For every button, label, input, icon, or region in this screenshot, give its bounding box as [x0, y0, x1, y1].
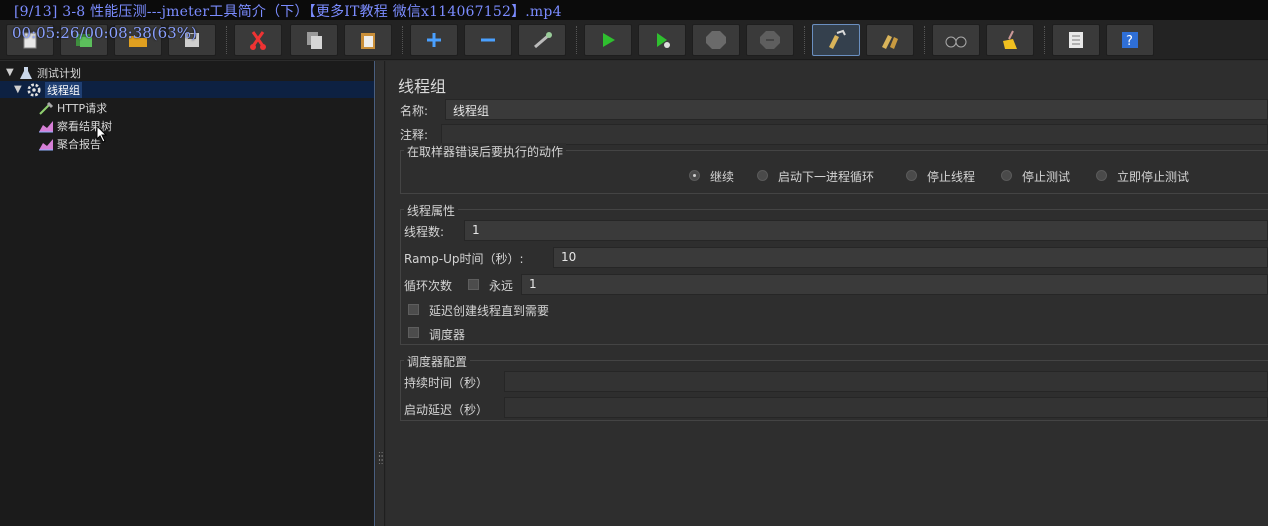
thread-group-panel: 线程组 名称: 线程组 注释: 在取样器错误后要执行的动作 继续 启动下一进程循…: [386, 61, 1268, 526]
tree-item-label: 聚合报告: [57, 137, 101, 151]
name-field[interactable]: 线程组: [445, 99, 1268, 120]
page-title: 线程组: [398, 77, 447, 96]
tree-item-aggregate-report[interactable]: 聚合报告: [38, 135, 101, 152]
svg-text:?: ?: [1126, 34, 1133, 49]
start-no-pauses-button[interactable]: [638, 24, 686, 56]
threads-field[interactable]: 1: [464, 220, 1268, 241]
scheduler-config-title: 调度器配置: [404, 353, 471, 370]
radio-stop-test-now[interactable]: [1096, 170, 1107, 181]
help-icon: ?: [1122, 32, 1138, 49]
radio-start-next-loop-label[interactable]: 启动下一进程循环: [778, 168, 874, 185]
play-no-pause-icon: [657, 33, 670, 48]
scheduler-checkbox[interactable]: [408, 327, 419, 338]
duration-field[interactable]: [504, 371, 1268, 392]
minus-icon: [481, 38, 495, 42]
rampup-field[interactable]: 10: [553, 247, 1268, 268]
toggle-icon: [534, 32, 552, 49]
shutdown-icon: [760, 31, 780, 49]
delay-thread-creation-label[interactable]: 延迟创建线程直到需要: [429, 302, 549, 319]
tree-item-label: HTTP请求: [57, 101, 108, 115]
help-button[interactable]: ?: [1106, 24, 1154, 56]
title-bar: [9/13] 3-8 性能压测---jmeter工具简介（下）【更多IT教程 微…: [0, 0, 1268, 20]
stop-button[interactable]: [692, 24, 740, 56]
forever-label[interactable]: 永远: [489, 277, 513, 294]
start-button[interactable]: [584, 24, 632, 56]
search-button[interactable]: [932, 24, 980, 56]
threads-label: 线程数:: [404, 225, 445, 239]
toggle-button[interactable]: [518, 24, 566, 56]
radio-stop-test-label[interactable]: 停止测试: [1022, 168, 1070, 185]
playback-timer-overlay: 00:05:26/00:08:38(63%): [12, 24, 197, 42]
rampup-label: Ramp-Up时间（秒）:: [404, 252, 524, 266]
mouse-cursor-icon: [96, 125, 108, 143]
comment-field[interactable]: [441, 124, 1268, 145]
tree-item-label: 线程组: [45, 81, 82, 98]
tree-item-label: 测试计划: [37, 66, 81, 80]
toolbar-separator: [226, 26, 228, 54]
cut-icon: [250, 31, 266, 50]
splitter-grip-icon[interactable]: ::::::: [378, 450, 383, 466]
toolbar: 00:05:26/00:08:38(63%) ?: [0, 20, 1268, 60]
startup-delay-label: 启动延迟（秒）: [404, 403, 489, 417]
expand-button[interactable]: [410, 24, 458, 56]
pane-splitter[interactable]: ::::::: [376, 61, 385, 526]
radio-continue[interactable]: [689, 170, 700, 181]
scheduler-label[interactable]: 调度器: [429, 326, 465, 343]
comment-label: 注释:: [400, 128, 429, 142]
loop-count-field[interactable]: 1: [521, 274, 1268, 295]
loop-count-label: 循环次数: [404, 279, 453, 293]
name-label: 名称:: [400, 104, 429, 118]
toolbar-separator: [402, 26, 404, 54]
jmeter-window: { "overlay": { "video_title": "[9/13] 3-…: [0, 0, 1268, 526]
paste-button[interactable]: [344, 24, 392, 56]
collapse-button[interactable]: [464, 24, 512, 56]
error-action-group-title: 在取样器错误后要执行的动作: [404, 143, 567, 160]
cut-button[interactable]: [234, 24, 282, 56]
chart-icon: [39, 138, 53, 150]
radio-stop-thread[interactable]: [906, 170, 917, 181]
chart-icon: [39, 120, 53, 132]
radio-stop-test-now-label[interactable]: 立即停止测试: [1117, 168, 1189, 185]
paste-icon: [361, 33, 375, 49]
radio-continue-label[interactable]: 继续: [710, 168, 734, 185]
expand-arrow-icon[interactable]: ▼: [14, 84, 26, 95]
toolbar-separator: [576, 26, 578, 54]
clear-icon: [829, 29, 846, 49]
delay-thread-creation-checkbox[interactable]: [408, 304, 419, 315]
plus-icon: [427, 33, 441, 47]
clear-all-button[interactable]: [866, 24, 914, 56]
list-icon: [1069, 32, 1083, 48]
radio-stop-test[interactable]: [1001, 170, 1012, 181]
shutdown-button[interactable]: [746, 24, 794, 56]
tree-item-http-request[interactable]: HTTP请求: [38, 99, 107, 116]
copy-icon: [307, 32, 322, 49]
tree-item-test-plan[interactable]: ▼ 测试计划: [6, 64, 81, 81]
duration-label: 持续时间（秒）: [404, 376, 489, 390]
copy-button[interactable]: [290, 24, 338, 56]
tree-item-thread-group[interactable]: ▼ 线程组: [0, 81, 374, 98]
flask-icon: [20, 66, 32, 79]
function-helper-button[interactable]: [1052, 24, 1100, 56]
radio-stop-thread-label[interactable]: 停止线程: [927, 168, 975, 185]
startup-delay-field[interactable]: [504, 397, 1268, 418]
reset-search-button[interactable]: [986, 24, 1034, 56]
expand-arrow-icon[interactable]: ▼: [6, 67, 18, 78]
thread-properties-title: 线程属性: [404, 202, 459, 219]
binoculars-icon: [945, 36, 967, 48]
toolbar-separator: [1044, 26, 1046, 54]
gear-icon: [27, 82, 41, 97]
test-plan-tree: ▼ 测试计划 ▼ 线程组 HTTP请求 察看结果树 聚合报告: [0, 61, 375, 526]
toolbar-separator: [924, 26, 926, 54]
broom-icon: [1003, 30, 1017, 49]
forever-checkbox[interactable]: [468, 279, 479, 290]
clear-all-icon: [882, 35, 898, 49]
pipette-icon: [39, 101, 54, 115]
video-title-overlay: [9/13] 3-8 性能压测---jmeter工具简介（下）【更多IT教程 微…: [14, 4, 562, 20]
play-icon: [603, 33, 615, 47]
radio-start-next-loop[interactable]: [757, 170, 768, 181]
stop-icon: [706, 31, 726, 49]
toolbar-separator: [804, 26, 806, 54]
clear-button[interactable]: [812, 24, 860, 56]
